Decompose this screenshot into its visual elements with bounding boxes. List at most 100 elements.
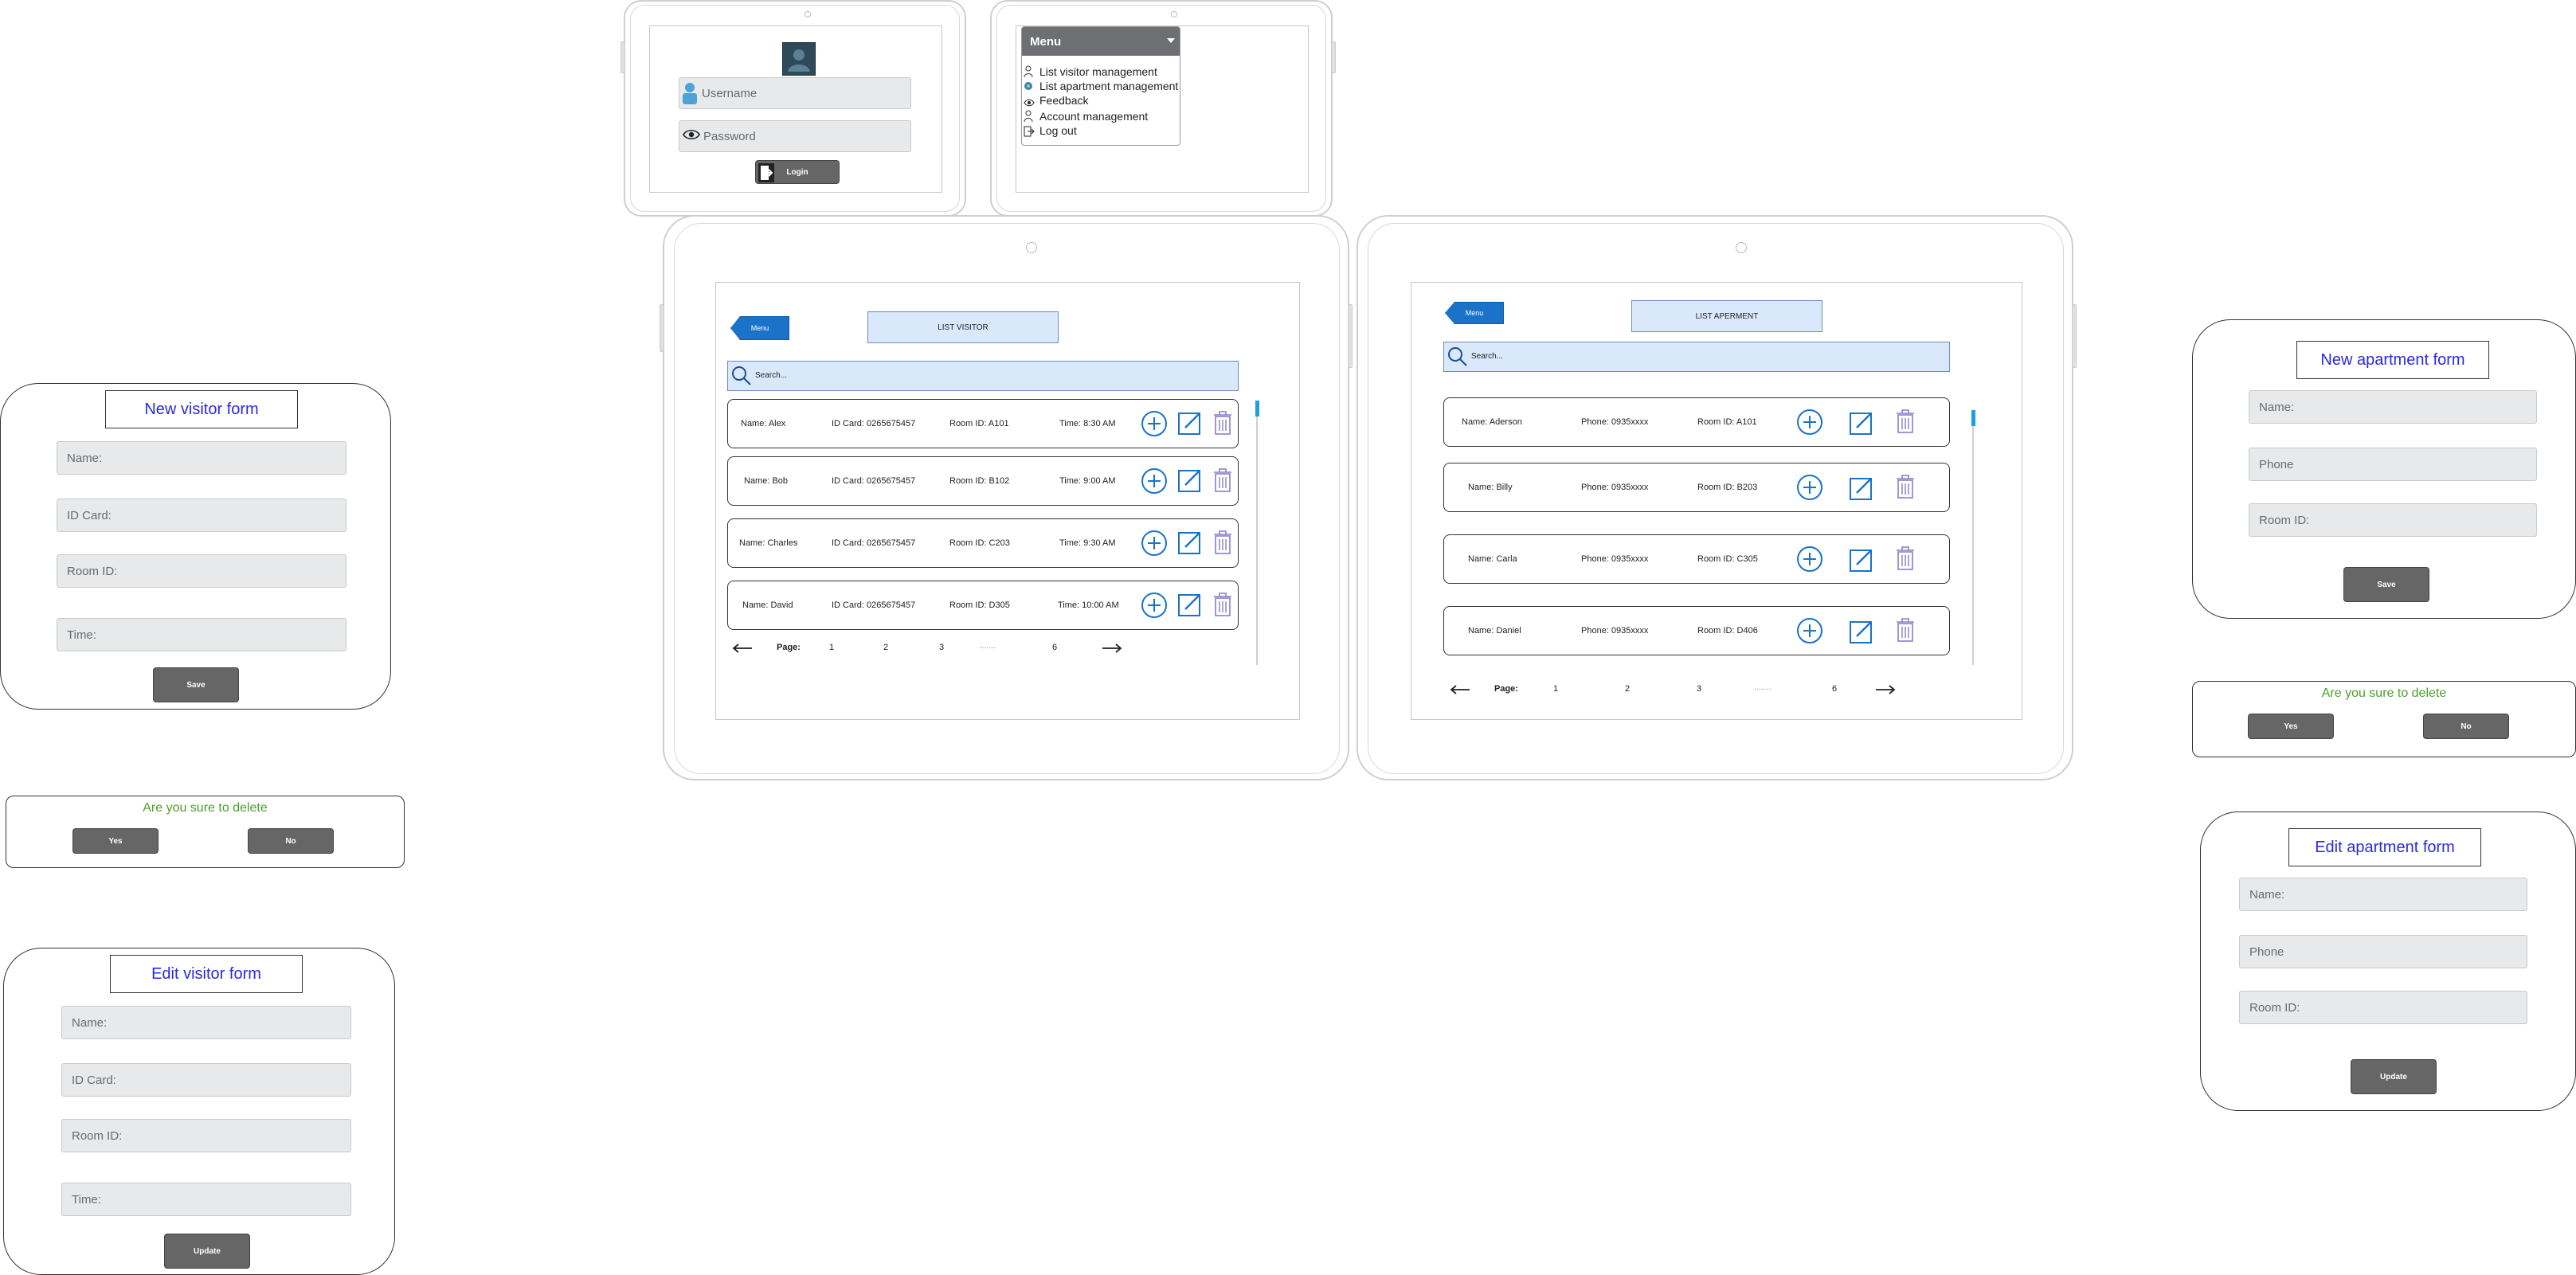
feedback-icon — [1024, 96, 1035, 111]
apartment-scrollbar-thumb[interactable] — [1971, 410, 1975, 426]
edit-icon[interactable] — [1849, 619, 1874, 647]
username-field[interactable]: Username — [679, 77, 911, 109]
save-button[interactable]: Save — [2343, 567, 2429, 602]
room-field[interactable]: Room ID: — [2239, 991, 2527, 1024]
page-link[interactable]: 2 — [1625, 684, 1630, 694]
menu-dropdown-header[interactable]: Menu — [1022, 27, 1180, 56]
form-title-text: Edit visitor form — [151, 964, 261, 983]
edit-icon[interactable] — [1177, 530, 1203, 557]
table-row[interactable]: Name: Alex ID Card: 0265675457 Room ID: … — [727, 399, 1239, 448]
login-button[interactable]: Login — [755, 160, 840, 184]
apartment-scrollbar[interactable] — [1972, 410, 1974, 665]
update-button[interactable]: Update — [164, 1234, 250, 1269]
name-field[interactable]: Name: — [61, 1006, 351, 1039]
apartment-phone: Phone: 0935xxxx — [1581, 417, 1649, 427]
page-link[interactable]: 2 — [883, 643, 888, 652]
button-label: Save — [186, 680, 206, 690]
add-icon[interactable] — [1141, 592, 1168, 621]
table-row[interactable]: Name: Billy Phone: 0935xxxx Room ID: B20… — [1443, 463, 1950, 512]
apartment-room: Room ID: B203 — [1697, 483, 1758, 492]
arrow-left-icon[interactable] — [732, 643, 753, 656]
table-row[interactable]: Name: Carla Phone: 0935xxxx Room ID: C30… — [1443, 534, 1950, 584]
table-row[interactable]: Name: David ID Card: 0265675457 Room ID:… — [727, 581, 1239, 630]
trash-icon[interactable] — [1212, 410, 1233, 438]
menu-item-account[interactable]: Account management — [1022, 110, 1180, 124]
password-field[interactable]: Password — [679, 120, 911, 152]
add-icon[interactable] — [1141, 410, 1168, 440]
time-field[interactable]: Time: — [57, 618, 346, 651]
name-field[interactable]: Name: — [2249, 390, 2537, 424]
page-link[interactable]: 6 — [1052, 643, 1057, 652]
menu-dropdown[interactable]: Menu List visitor management List apartm… — [1021, 26, 1180, 146]
menu-item-logout[interactable]: Log out — [1022, 124, 1180, 139]
room-field[interactable]: Room ID: — [61, 1119, 351, 1152]
username-placeholder: Username — [702, 86, 758, 100]
field-label: Phone — [2259, 457, 2294, 471]
table-row[interactable]: Name: Charles ID Card: 0265675457 Room I… — [727, 518, 1239, 568]
trash-icon[interactable] — [1895, 474, 1916, 502]
idcard-field[interactable]: ID Card: — [57, 499, 346, 532]
trash-icon[interactable] — [1212, 592, 1233, 620]
add-icon[interactable] — [1796, 474, 1823, 503]
add-icon[interactable] — [1796, 617, 1823, 647]
name-field[interactable]: Name: — [2239, 878, 2527, 911]
yes-button[interactable]: Yes — [2248, 714, 2334, 739]
page-link[interactable]: 1 — [829, 643, 834, 652]
room-field[interactable]: Room ID: — [57, 554, 346, 588]
edit-icon[interactable] — [1849, 547, 1874, 575]
yes-button[interactable]: Yes — [72, 828, 159, 854]
trash-icon[interactable] — [1895, 409, 1916, 436]
visitor-name: Name: Charles — [739, 538, 798, 548]
edit-icon[interactable] — [1177, 592, 1203, 620]
table-row[interactable]: Name: Daniel Phone: 0935xxxx Room ID: D4… — [1443, 606, 1950, 655]
page-link[interactable]: 1 — [1553, 684, 1558, 694]
button-label: Yes — [2284, 722, 2298, 731]
edit-icon[interactable] — [1849, 410, 1874, 438]
apartment-list-screen: Menu LIST APERMENT Search... Name: Aders… — [1411, 282, 2022, 720]
apartment-name: Name: Carla — [1468, 554, 1517, 564]
save-button[interactable]: Save — [153, 667, 239, 702]
menu-item-feedback[interactable]: Feedback — [1022, 94, 1180, 108]
apartment-menu-button[interactable]: Menu — [1445, 302, 1504, 324]
room-field[interactable]: Room ID: — [2249, 503, 2537, 537]
menu-screen: Menu List visitor management List apartm… — [1016, 25, 1309, 193]
trash-icon[interactable] — [1895, 617, 1916, 645]
menu-item-apartment[interactable]: List apartment management — [1022, 80, 1180, 94]
button-label: No — [2461, 722, 2472, 731]
page-link[interactable]: 6 — [1832, 684, 1837, 694]
arrow-right-icon[interactable] — [1102, 643, 1122, 656]
phone-field[interactable]: Phone — [2239, 935, 2527, 968]
page-link[interactable]: 3 — [1697, 684, 1701, 694]
apartment-phone: Phone: 0935xxxx — [1581, 626, 1649, 636]
no-button[interactable]: No — [248, 828, 334, 854]
add-icon[interactable] — [1796, 546, 1823, 575]
trash-icon[interactable] — [1212, 530, 1233, 557]
add-icon[interactable] — [1141, 467, 1168, 497]
no-button[interactable]: No — [2423, 714, 2509, 739]
visitor-scrollbar-thumb[interactable] — [1255, 401, 1259, 417]
edit-icon[interactable] — [1177, 410, 1203, 438]
arrow-right-icon[interactable] — [1875, 684, 1896, 698]
name-field[interactable]: Name: — [57, 441, 346, 475]
time-field[interactable]: Time: — [61, 1183, 351, 1216]
visitor-time: Time: 9:30 AM — [1059, 538, 1116, 548]
page-link[interactable]: 3 — [939, 643, 944, 652]
update-button[interactable]: Update — [2351, 1059, 2437, 1094]
visitor-search-input[interactable]: Search... — [727, 361, 1239, 391]
edit-icon[interactable] — [1177, 467, 1203, 495]
button-label: Save — [2377, 580, 2396, 589]
trash-icon[interactable] — [1895, 546, 1916, 573]
trash-icon[interactable] — [1212, 467, 1233, 495]
table-row[interactable]: Name: Bob ID Card: 0265675457 Room ID: B… — [727, 456, 1239, 506]
add-icon[interactable] — [1141, 530, 1168, 559]
menu-item-visitor[interactable]: List visitor management — [1022, 65, 1180, 80]
apartment-search-input[interactable]: Search... — [1443, 342, 1950, 372]
visitor-menu-button[interactable]: Menu — [730, 316, 789, 340]
idcard-field[interactable]: ID Card: — [61, 1063, 351, 1097]
add-icon[interactable] — [1796, 409, 1823, 438]
visitor-scrollbar[interactable] — [1256, 401, 1258, 665]
phone-field[interactable]: Phone — [2249, 448, 2537, 481]
edit-icon[interactable] — [1849, 475, 1874, 503]
table-row[interactable]: Name: Aderson Phone: 0935xxxx Room ID: A… — [1443, 397, 1950, 447]
arrow-left-icon[interactable] — [1450, 684, 1470, 698]
